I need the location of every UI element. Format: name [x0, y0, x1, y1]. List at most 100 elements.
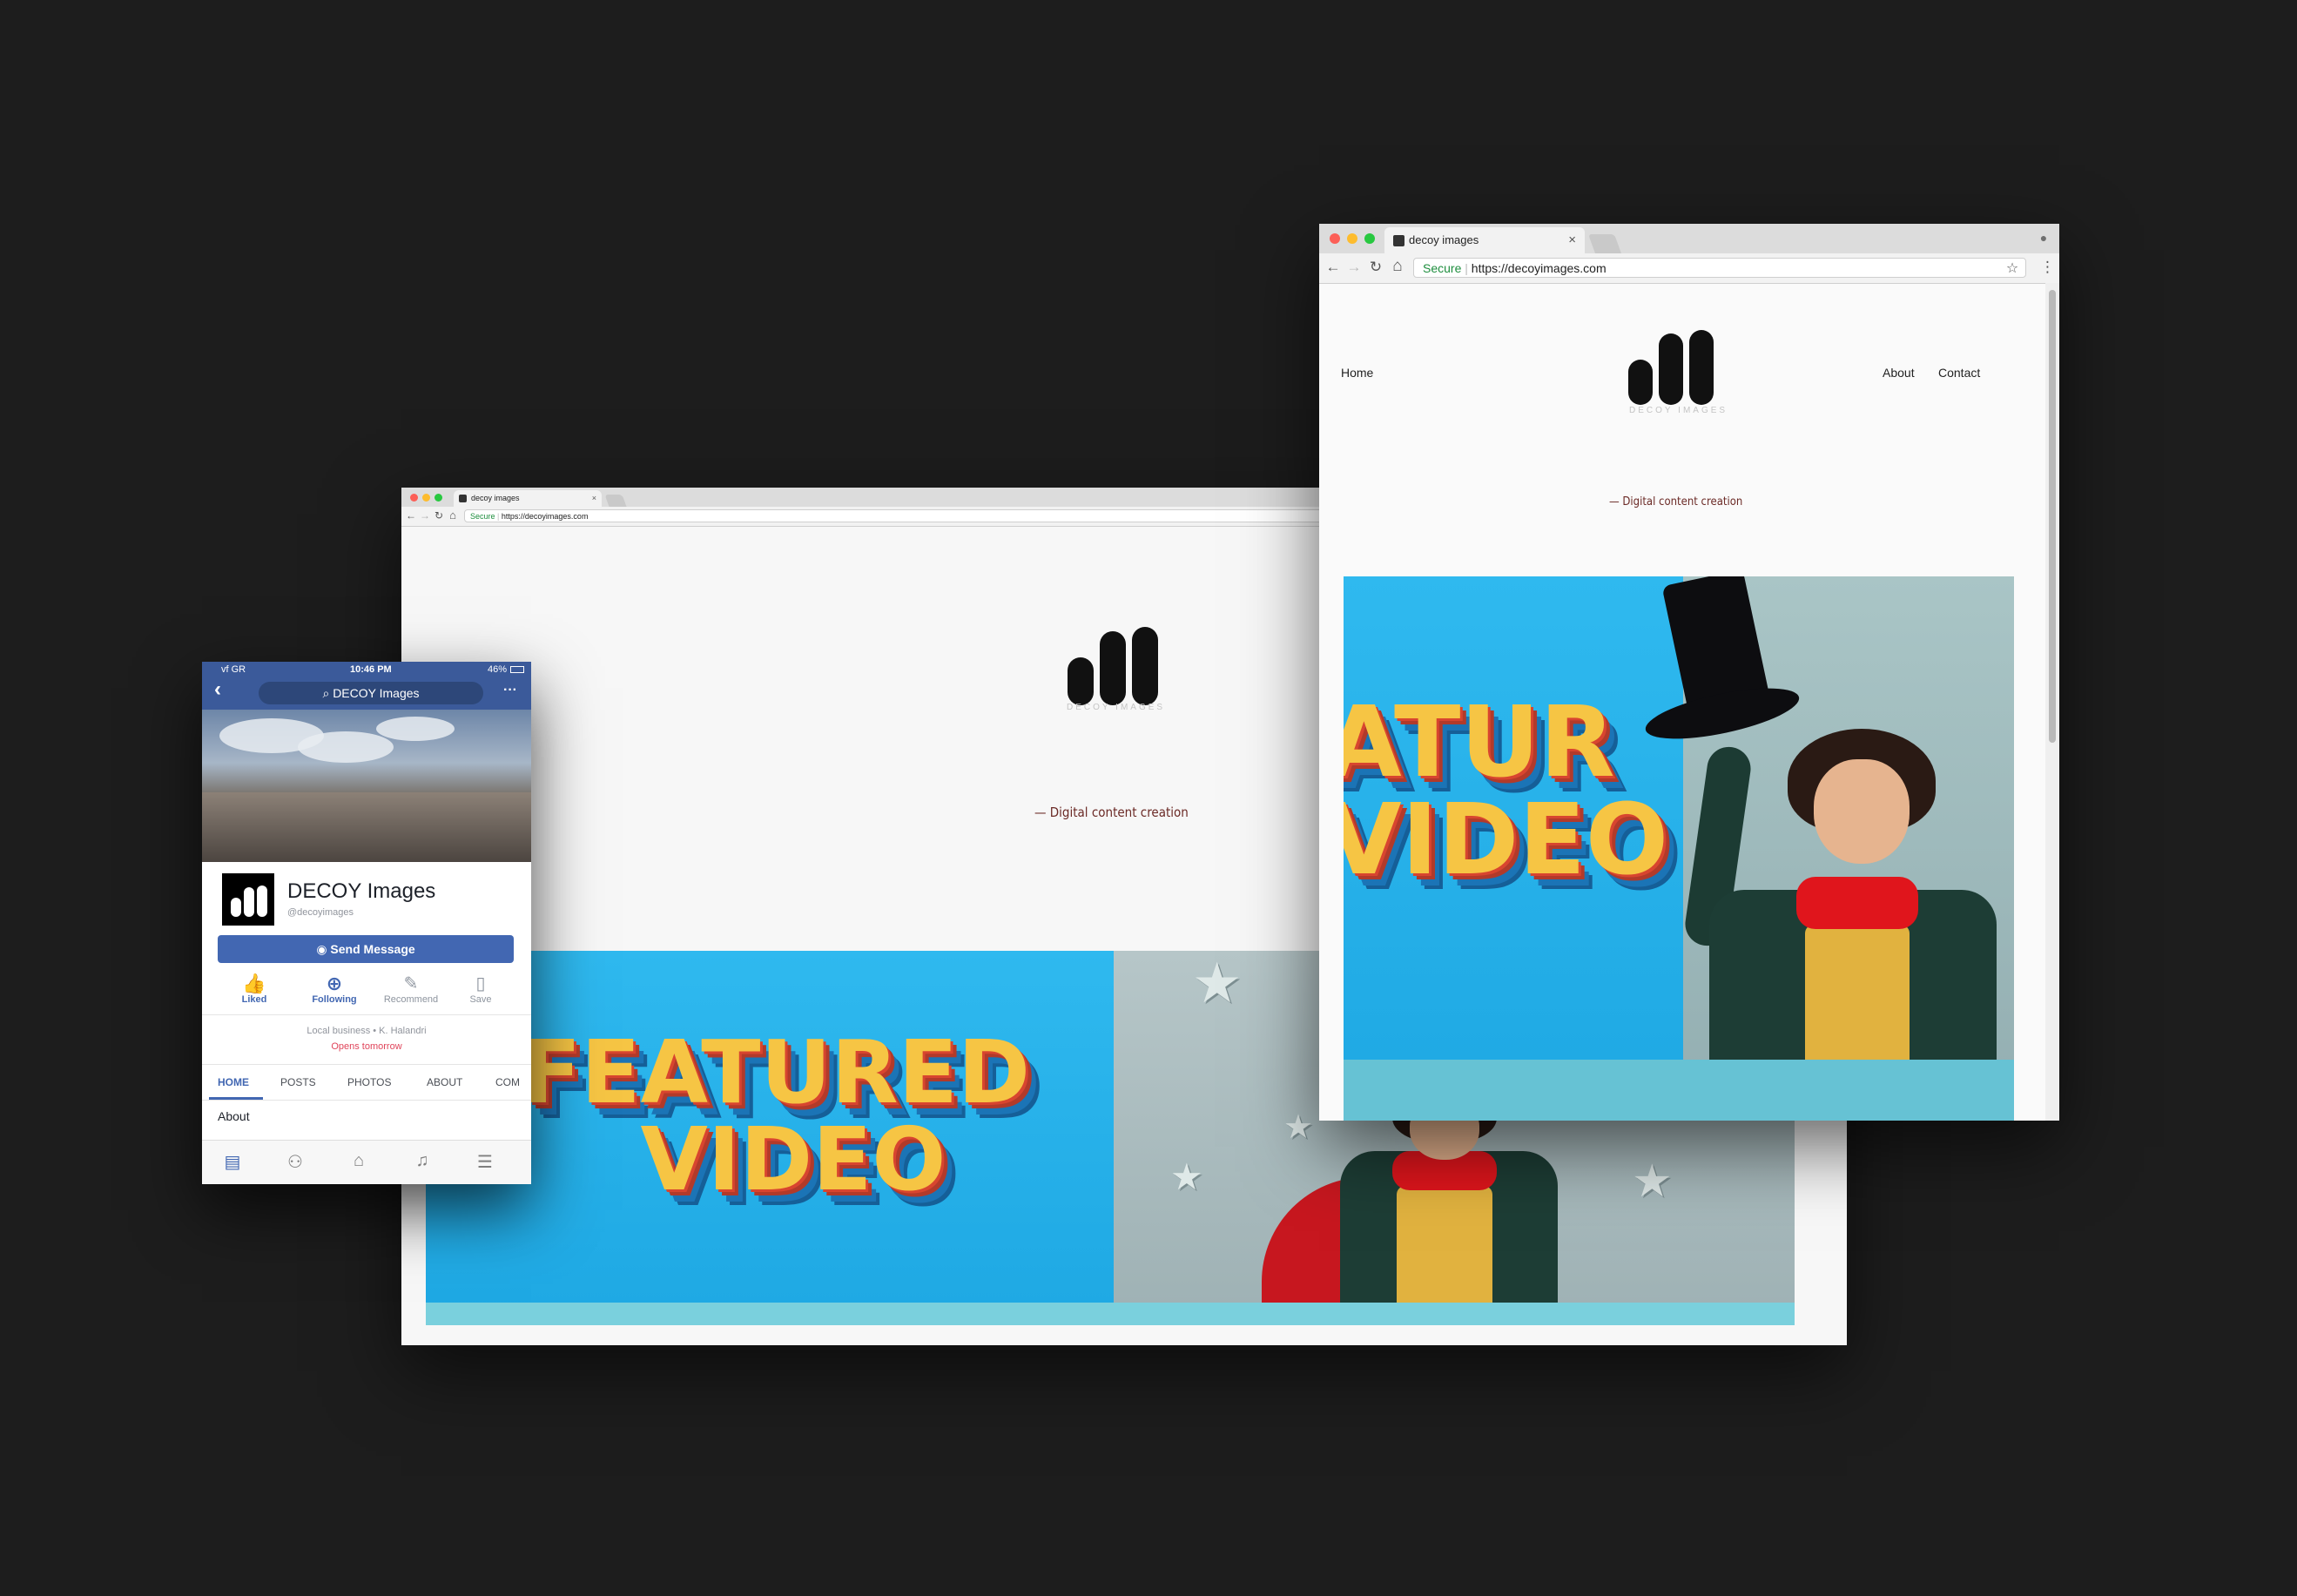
cloud	[376, 717, 455, 741]
magician-face	[1814, 759, 1910, 864]
menu-icon[interactable]: ⋮	[2040, 259, 2055, 276]
star-decoration-icon: ★	[1632, 1156, 1673, 1207]
forward-icon[interactable]: →	[1345, 259, 1363, 276]
site-logo[interactable]	[1068, 618, 1163, 705]
bottom-navigation: ▤ ⚇ ⌂ ♫ ☰	[202, 1140, 531, 1184]
news-feed-icon[interactable]: ▤	[219, 1151, 246, 1173]
featured-video-title: ATUR VIDEO	[1344, 694, 1668, 889]
tagline: — Digital content creation	[1609, 495, 1743, 508]
video-line: VIDEO	[640, 1108, 946, 1210]
tab-photos[interactable]: PHOTOS	[347, 1076, 391, 1088]
tab-decoy-images[interactable]: decoy images ×	[1384, 227, 1585, 253]
page-name: DECOY Images	[287, 879, 436, 903]
secure-label: Secure	[470, 512, 495, 521]
nav-about[interactable]: About	[1883, 366, 1915, 380]
logo-subtitle: DECOY IMAGES	[1067, 703, 1166, 712]
cityscape	[202, 792, 531, 862]
favicon-icon	[459, 495, 467, 502]
profile-icon[interactable]: ●	[2037, 231, 2051, 245]
marketplace-icon[interactable]: ⌂	[346, 1151, 372, 1171]
page-handle: @decoyimages	[287, 907, 354, 918]
search-icon: ⌕	[322, 686, 333, 700]
following-action[interactable]: ⊕ Following	[300, 973, 369, 1006]
tab-title: decoy images	[471, 494, 520, 502]
messenger-icon: ◉	[316, 942, 331, 956]
recommend-action[interactable]: ✎ Recommend	[372, 973, 450, 1005]
secure-label: Secure	[1423, 261, 1462, 275]
close-tab-icon[interactable]: ×	[1568, 227, 1576, 253]
active-tab-indicator	[209, 1097, 263, 1100]
page-profile-picture[interactable]	[219, 871, 277, 928]
favicon-icon	[1393, 235, 1404, 246]
tab-community[interactable]: COM	[495, 1076, 520, 1088]
featured-video-title: FEATURED VIDEO	[522, 1029, 1030, 1203]
browser-toolbar: ← → ↻ ⌂ Secure | https://decoyimages.com…	[1319, 253, 2059, 284]
logo-subtitle: DECOY IMAGES	[1629, 406, 1728, 415]
back-icon[interactable]: ←	[405, 509, 417, 522]
minimize-window-icon[interactable]	[1347, 233, 1357, 244]
star-decoration-icon: ★	[1192, 952, 1243, 1014]
nav-home[interactable]: Home	[1341, 366, 1373, 380]
home-icon[interactable]: ⌂	[1389, 257, 1406, 276]
bookmark-icon: ▯	[475, 974, 486, 993]
tab-strip: decoy images × ●	[1319, 224, 2059, 253]
new-tab-button[interactable]	[1587, 234, 1622, 253]
back-icon[interactable]: ‹	[214, 677, 221, 702]
url-text: https://decoyimages.com	[501, 512, 589, 521]
battery-icon	[510, 666, 524, 673]
close-window-icon[interactable]	[1330, 233, 1340, 244]
cloud	[298, 731, 394, 763]
new-tab-button[interactable]	[604, 495, 627, 507]
home-icon[interactable]: ⌂	[447, 508, 459, 522]
reload-icon[interactable]: ↻	[433, 509, 445, 522]
bookmark-star-icon[interactable]: ☆	[2004, 259, 2020, 277]
clock-label: 10:46 PM	[350, 664, 392, 675]
forward-icon[interactable]: →	[419, 509, 431, 522]
logo-bar-mid	[1659, 333, 1683, 405]
tab-about[interactable]: ABOUT	[427, 1076, 462, 1088]
back-icon[interactable]: ←	[1324, 259, 1342, 276]
page-category: Local business • K. Halandri	[306, 1026, 427, 1036]
nav-contact[interactable]: Contact	[1938, 366, 1980, 380]
magician-bowtie	[1796, 877, 1918, 929]
thumb-icon: 👍	[242, 973, 266, 994]
close-window-icon[interactable]	[410, 494, 418, 502]
maximize-window-icon[interactable]	[434, 494, 442, 502]
save-action[interactable]: ▯ Save	[455, 973, 507, 1005]
minimize-window-icon[interactable]	[422, 494, 430, 502]
cover-photo[interactable]	[202, 710, 531, 862]
facebook-mobile-screen: vf GR 10:46 PM 46% ‹ ⌕ DECOY Images ··· …	[202, 662, 531, 1184]
video-line: VIDEO	[1344, 784, 1669, 897]
search-text: DECOY Images	[333, 686, 420, 700]
tagline: — Digital content creation	[1034, 805, 1189, 820]
follow-icon: ⊕	[326, 973, 343, 994]
site-logo[interactable]	[1628, 327, 1724, 405]
facebook-header: vf GR 10:46 PM 46% ‹ ⌕ DECOY Images ···	[202, 662, 531, 710]
logo-bar-short	[1628, 360, 1653, 405]
tab-decoy-images[interactable]: decoy images ×	[454, 490, 602, 507]
reload-icon[interactable]: ↻	[1367, 259, 1384, 276]
close-tab-icon[interactable]: ×	[592, 490, 596, 507]
page-scrollbar[interactable]	[2045, 283, 2059, 1121]
facebook-search-bar[interactable]: ⌕ DECOY Images	[259, 682, 483, 704]
status-bar: vf GR 10:46 PM 46%	[202, 662, 531, 677]
star-decoration-icon: ★	[1283, 1109, 1314, 1146]
featured-video-hero[interactable]: ATUR VIDEO	[1344, 576, 2014, 1121]
send-message-button[interactable]: ◉ Send Message	[218, 935, 514, 963]
scrollbar-thumb[interactable]	[2049, 290, 2056, 743]
notifications-icon[interactable]: ♫	[409, 1151, 435, 1171]
carrier-label: vf GR	[221, 664, 246, 675]
star-decoration-icon: ★	[1170, 1156, 1203, 1197]
tab-title: decoy images	[1409, 233, 1479, 246]
tab-posts[interactable]: POSTS	[280, 1076, 316, 1088]
recommend-icon: ✎	[403, 974, 419, 993]
address-bar[interactable]: Secure | https://decoyimages.com ☆	[1413, 258, 2026, 278]
friends-icon[interactable]: ⚇	[282, 1151, 308, 1173]
right-browser-window: decoy images × ● ← → ↻ ⌂ Secure | https:…	[1319, 224, 2059, 1121]
logo-bar-short	[1068, 657, 1094, 705]
liked-action[interactable]: 👍 Liked	[224, 973, 285, 1006]
menu-icon[interactable]: ☰	[472, 1151, 498, 1173]
maximize-window-icon[interactable]	[1364, 233, 1375, 244]
tab-home[interactable]: HOME	[218, 1076, 249, 1088]
more-options-icon[interactable]: ···	[503, 683, 517, 698]
